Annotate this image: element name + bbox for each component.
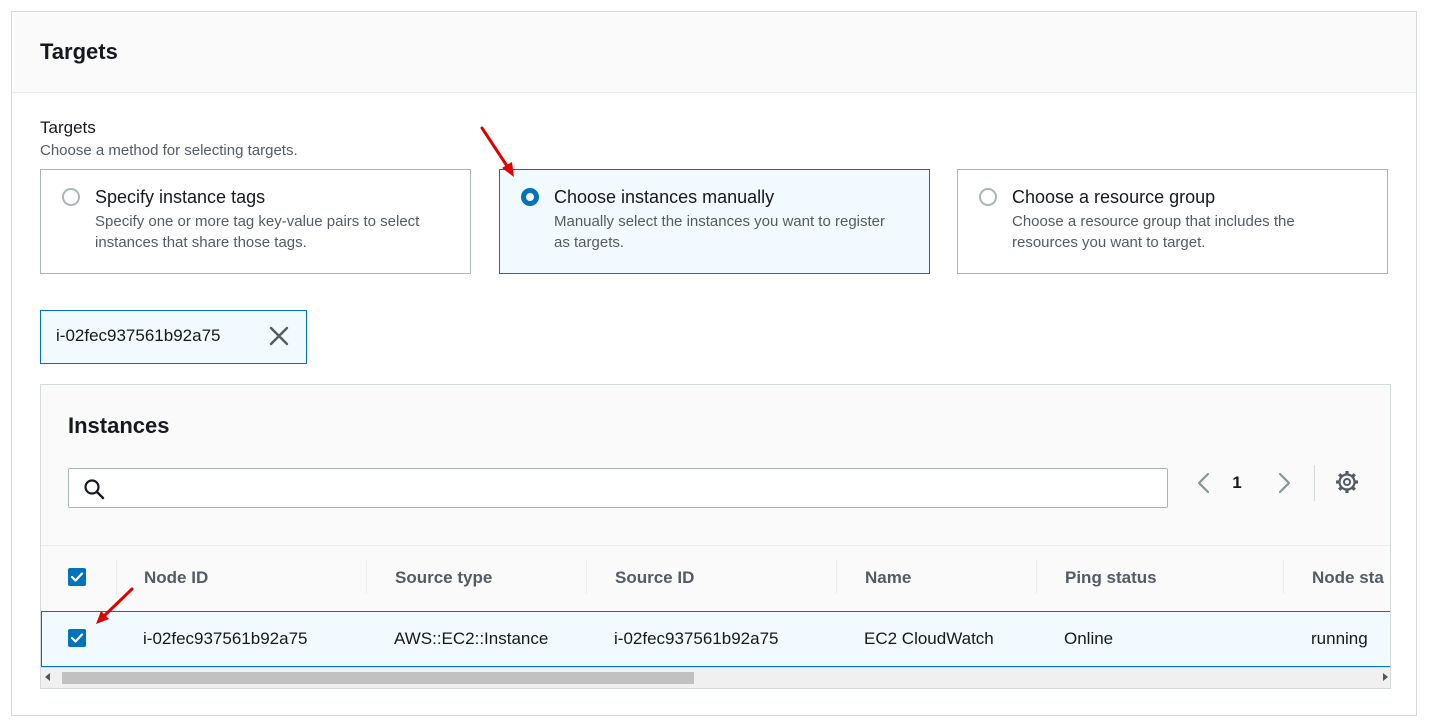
column-header-node-id[interactable]: Node ID bbox=[144, 568, 208, 588]
instances-table-container: Instances 1 Node ID Source type Source I… bbox=[40, 384, 1391, 689]
close-icon[interactable] bbox=[268, 325, 290, 347]
table-row[interactable]: i-02fec937561b92a75 AWS::EC2::Instance i… bbox=[41, 611, 1390, 667]
tile-title: Specify instance tags bbox=[95, 187, 266, 207]
tile-specify-instance-tags[interactable]: Specify instance tags Specify one or mor… bbox=[40, 169, 471, 274]
tile-title: Choose instances manually bbox=[554, 187, 775, 207]
radio-choose-instances-manually[interactable] bbox=[521, 188, 539, 206]
scroll-left-arrow-icon[interactable] bbox=[45, 673, 50, 681]
column-header-node-state[interactable]: Node sta bbox=[1312, 568, 1384, 588]
selected-instance-token: i-02fec937561b92a75 bbox=[40, 310, 307, 364]
tile-description: Manually select the instances you want t… bbox=[554, 213, 886, 251]
panel-title: Targets bbox=[40, 39, 118, 64]
select-all-checkbox[interactable] bbox=[68, 568, 86, 586]
column-divider[interactable] bbox=[586, 560, 587, 594]
cell-node-state: running bbox=[1311, 629, 1368, 648]
search-input[interactable] bbox=[115, 473, 1155, 503]
targets-field-description: Choose a method for selecting targets. bbox=[40, 142, 298, 159]
radio-choose-resource-group[interactable] bbox=[979, 188, 997, 206]
radio-specify-instance-tags[interactable] bbox=[62, 188, 80, 206]
annotation-arrow-icon bbox=[96, 587, 134, 624]
annotation-arrow-icon bbox=[480, 126, 514, 177]
instances-title: Instances bbox=[68, 413, 170, 438]
tile-title: Choose a resource group bbox=[1012, 187, 1216, 207]
gear-icon[interactable] bbox=[1334, 469, 1360, 495]
chevron-left-icon[interactable] bbox=[1193, 471, 1215, 495]
column-divider[interactable] bbox=[1283, 560, 1284, 594]
table-header: Node ID Source type Source ID Name Ping … bbox=[41, 545, 1390, 611]
pagination-divider bbox=[1314, 465, 1315, 501]
tile-description: Choose a resource group that includes th… bbox=[1012, 213, 1295, 251]
column-divider[interactable] bbox=[836, 560, 837, 594]
column-header-ping-status[interactable]: Ping status bbox=[1065, 568, 1157, 588]
search-icon bbox=[83, 478, 105, 500]
row-checkbox[interactable] bbox=[68, 629, 86, 647]
cell-source-type: AWS::EC2::Instance bbox=[394, 629, 549, 648]
tile-description: Specify one or more tag key-value pairs … bbox=[95, 213, 420, 251]
search-box bbox=[68, 468, 1168, 508]
column-divider[interactable] bbox=[1036, 560, 1037, 594]
pagination-current-page[interactable]: 1 bbox=[1225, 471, 1249, 495]
cell-name: EC2 CloudWatch bbox=[864, 629, 994, 648]
targets-panel: Targets Targets Choose a method for sele… bbox=[11, 11, 1417, 716]
horizontal-scrollbar[interactable] bbox=[41, 667, 1390, 688]
targets-field-label: Targets bbox=[40, 118, 96, 137]
column-header-source-id[interactable]: Source ID bbox=[615, 568, 694, 588]
scrollbar-thumb[interactable] bbox=[62, 672, 694, 684]
scroll-right-arrow-icon[interactable] bbox=[1383, 673, 1388, 681]
column-header-name[interactable]: Name bbox=[865, 568, 911, 588]
cell-source-id: i-02fec937561b92a75 bbox=[614, 629, 779, 648]
token-label: i-02fec937561b92a75 bbox=[56, 326, 221, 345]
cell-node-id: i-02fec937561b92a75 bbox=[143, 629, 308, 648]
tile-choose-resource-group[interactable]: Choose a resource group Choose a resourc… bbox=[957, 169, 1388, 274]
column-divider[interactable] bbox=[366, 560, 367, 594]
chevron-right-icon[interactable] bbox=[1273, 471, 1295, 495]
column-header-source-type[interactable]: Source type bbox=[395, 568, 492, 588]
panel-header: Targets bbox=[12, 12, 1416, 93]
cell-ping-status: Online bbox=[1064, 629, 1114, 648]
tile-choose-instances-manually[interactable]: Choose instances manually Manually selec… bbox=[499, 169, 930, 274]
